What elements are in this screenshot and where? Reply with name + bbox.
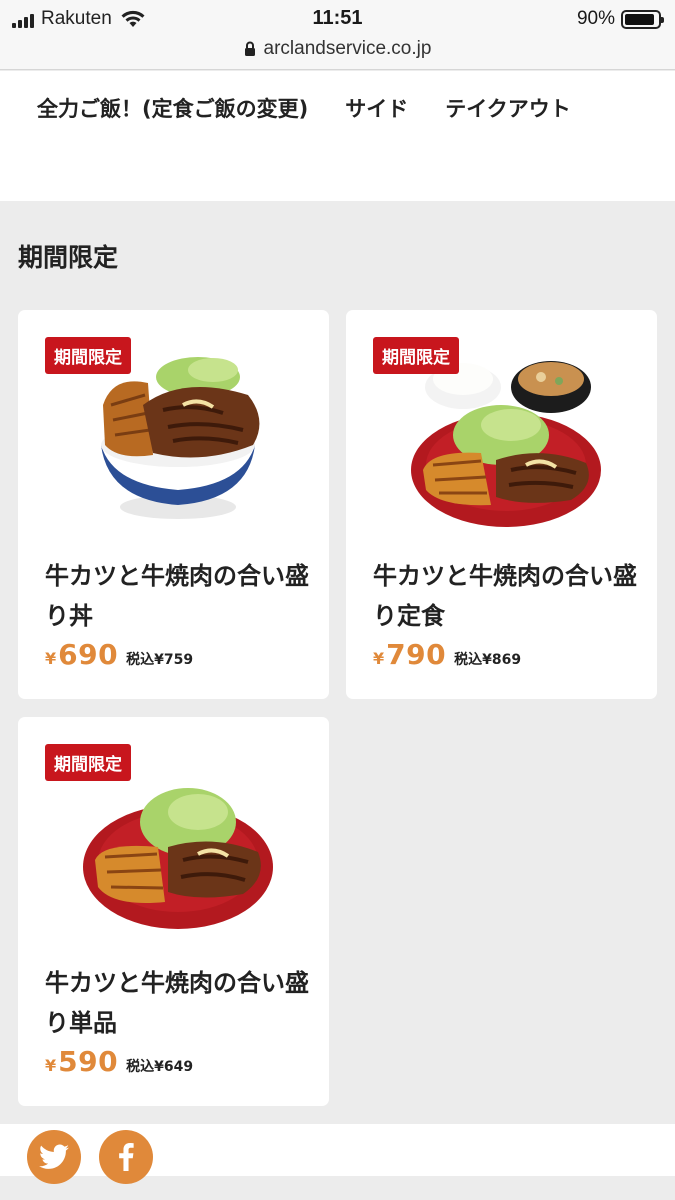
product-name: 牛カツと牛焼肉の合い盛り単品 xyxy=(45,969,309,1037)
price: 690 xyxy=(58,638,119,671)
tax-included-price: 税込¥759 xyxy=(126,652,194,668)
currency-symbol: ¥ xyxy=(45,1056,57,1075)
twitter-share-button[interactable] xyxy=(27,1130,81,1184)
product-card[interactable]: 期間限定 牛カツと牛焼肉の合い盛り定食 ¥ 790 税込¥869 xyxy=(346,310,657,699)
lock-icon xyxy=(244,41,255,56)
price: 790 xyxy=(386,638,447,671)
facebook-share-button[interactable] xyxy=(99,1130,153,1184)
product-card[interactable]: 期間限定 牛カツと牛焼肉の合い盛り丼 ¥ 690 税込¥759 xyxy=(18,310,329,699)
nav-item-rice-change[interactable]: 全力ご飯！(定食ご飯の変更) xyxy=(37,93,308,123)
price-row: ¥ 590 税込¥649 xyxy=(45,1045,193,1078)
address-bar[interactable]: arclandservice.co.jp xyxy=(0,38,675,60)
nav-item-side[interactable]: サイド xyxy=(345,93,408,123)
nav-item-takeout[interactable]: テイクアウト xyxy=(445,93,571,123)
battery-icon xyxy=(621,9,664,29)
category-nav: 全力ご飯！(定食ご飯の変更) サイド テイクアウト xyxy=(0,71,675,201)
currency-symbol: ¥ xyxy=(373,649,385,668)
limited-badge: 期間限定 xyxy=(373,337,459,374)
price-row: ¥ 790 税込¥869 xyxy=(373,638,521,671)
price-row: ¥ 690 税込¥759 xyxy=(45,638,193,671)
clock: 11:51 xyxy=(312,7,363,29)
product-name: 牛カツと牛焼肉の合い盛り丼 xyxy=(45,562,309,630)
browser-status-bar: Rakuten 11:51 90% arclandservice.co.jp xyxy=(0,0,675,70)
battery-info: 90% xyxy=(576,8,664,30)
limited-badge: 期間限定 xyxy=(45,744,131,781)
tax-included-price: 税込¥649 xyxy=(126,1059,194,1075)
limited-badge: 期間限定 xyxy=(45,337,131,374)
price: 590 xyxy=(58,1045,119,1078)
twitter-icon xyxy=(39,1144,69,1169)
battery-percentage: 90% xyxy=(576,8,615,29)
tax-included-price: 税込¥869 xyxy=(454,652,522,668)
url-text: arclandservice.co.jp xyxy=(263,38,432,59)
section-title: 期間限定 xyxy=(18,243,119,272)
product-name: 牛カツと牛焼肉の合い盛り定食 xyxy=(373,562,637,630)
product-card[interactable]: 期間限定 牛カツと牛焼肉の合い盛り単品 ¥ 590 税込¥649 xyxy=(18,717,329,1106)
facebook-icon xyxy=(119,1143,134,1171)
currency-symbol: ¥ xyxy=(45,649,57,668)
